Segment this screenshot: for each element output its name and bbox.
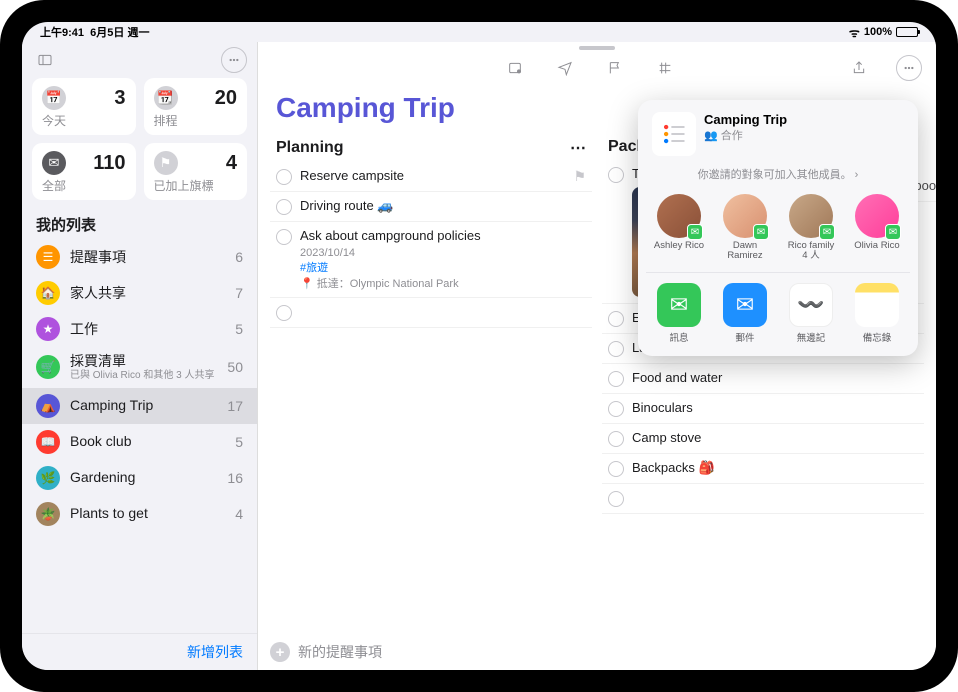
main-content: Camping Trip Planning⋯Reserve campsite⚑D…: [258, 42, 936, 670]
share-person[interactable]: ✉︎ Olivia Rico: [849, 194, 905, 262]
checkbox[interactable]: [276, 169, 292, 185]
wifi-icon: ᯤ: [849, 24, 860, 41]
share-title: Camping Trip: [704, 112, 787, 127]
sidebar: 📅3 今天 📆20 排程 ✉︎110 全部 ⚑4 已加上旗標: [22, 42, 258, 670]
battery-icon: [896, 27, 918, 37]
list-icon: 🪴: [36, 502, 60, 526]
avatar: ✉︎: [723, 194, 767, 238]
checkbox[interactable]: [608, 371, 624, 387]
messages-badge-icon: ✉︎: [753, 224, 769, 240]
share-person[interactable]: ✉︎ Dawn Ramirez: [717, 194, 773, 262]
app-icon: 〰️: [789, 283, 833, 327]
avatar: ✉︎: [657, 194, 701, 238]
my-lists-header: 我的列表: [22, 210, 257, 239]
checkbox[interactable]: [608, 167, 624, 183]
calendar-icon: 📆: [154, 86, 178, 110]
list-icon: 🌿: [36, 466, 60, 490]
location-icon[interactable]: [552, 55, 578, 81]
share-app[interactable]: ✉︎訊息: [651, 283, 707, 344]
calendar-icon: 📅: [42, 86, 66, 110]
more-icon[interactable]: [221, 47, 247, 73]
smart-today[interactable]: 📅3 今天: [32, 78, 136, 135]
app-icon: ✉︎: [657, 283, 701, 327]
task-row[interactable]: Camp stove: [602, 424, 924, 454]
sidebar-list-item[interactable]: ★ 工作 5: [22, 311, 257, 347]
smart-flagged[interactable]: ⚑4 已加上旗標: [144, 143, 248, 200]
flag-icon[interactable]: [602, 55, 628, 81]
checkbox[interactable]: [608, 431, 624, 447]
more-icon[interactable]: [896, 55, 922, 81]
sidebar-toggle-icon[interactable]: [32, 47, 58, 73]
sidebar-list-item[interactable]: ☰ 提醒事項 6: [22, 239, 257, 275]
more-icon[interactable]: ⋯: [570, 138, 586, 158]
list-icon: 📖: [36, 430, 60, 454]
checkbox[interactable]: [276, 199, 292, 215]
smart-all[interactable]: ✉︎110 全部: [32, 143, 136, 200]
task-row[interactable]: Driving route 🚙: [270, 192, 592, 222]
plus-icon: +: [270, 642, 290, 662]
checkbox[interactable]: [276, 229, 292, 245]
smart-scheduled[interactable]: 📆20 排程: [144, 78, 248, 135]
list-icon: 🛒: [36, 355, 60, 379]
flag-icon: ⚑: [573, 168, 586, 185]
sidebar-list-item[interactable]: 🪴 Plants to get 4: [22, 496, 257, 532]
share-icon[interactable]: [846, 55, 872, 81]
task-row[interactable]: Ask about campground policies2023/10/14#…: [270, 222, 592, 298]
new-column-icon[interactable]: [502, 55, 528, 81]
checkbox[interactable]: [608, 401, 624, 417]
inbox-icon: ✉︎: [42, 151, 66, 175]
add-task-button[interactable]: [602, 484, 924, 514]
list-icon: ★: [36, 317, 60, 341]
app-icon: ✉︎: [723, 283, 767, 327]
share-sheet: Camping Trip 👥 合作 你邀請的對象可加入其他成員。 ✉︎ Ashl…: [638, 100, 918, 356]
add-task-button[interactable]: [270, 298, 592, 328]
share-person[interactable]: ✉︎ Rico family4 人: [783, 194, 839, 262]
sidebar-list-item[interactable]: 🛒 採買清單已與 Olivia Rico 和其他 3 人共享 50: [22, 347, 257, 388]
share-app[interactable]: ✉︎郵件: [717, 283, 773, 344]
task-row[interactable]: Binoculars: [602, 394, 924, 424]
share-app[interactable]: 〰️無邊記: [783, 283, 839, 344]
share-app[interactable]: 備忘錄: [849, 283, 905, 344]
task-row[interactable]: Backpacks 🎒: [602, 454, 924, 484]
status-bar: 上午9:41 6月5日 週一 ᯤ 100%: [22, 22, 936, 42]
messages-badge-icon: ✉︎: [687, 224, 703, 240]
list-icon: 🏠: [36, 281, 60, 305]
status-time: 上午9:41: [40, 27, 84, 39]
sidebar-list-item[interactable]: 📖 Book club 5: [22, 424, 257, 460]
battery-percent: 100%: [864, 26, 892, 38]
tag-icon[interactable]: [652, 55, 678, 81]
avatar: ✉︎: [789, 194, 833, 238]
column-header[interactable]: Planning⋯: [270, 134, 592, 162]
checkbox[interactable]: [608, 461, 624, 477]
checkbox[interactable]: [608, 491, 624, 507]
flag-icon: ⚑: [154, 151, 178, 175]
list-icon: ⛺: [36, 394, 60, 418]
checkbox[interactable]: [608, 341, 624, 357]
share-mode[interactable]: 👥 合作: [704, 127, 787, 143]
app-icon: [855, 283, 899, 327]
messages-badge-icon: ✉︎: [819, 224, 835, 240]
status-date: 6月5日 週一: [90, 27, 149, 39]
new-list-button[interactable]: 新增列表: [22, 633, 257, 670]
sidebar-list-item[interactable]: ⛺ Camping Trip 17: [22, 388, 257, 424]
task-row[interactable]: Reserve campsite⚑: [270, 162, 592, 192]
sidebar-list-item[interactable]: 🏠 家人共享 7: [22, 275, 257, 311]
task-row[interactable]: Food and water: [602, 364, 924, 394]
avatar: ✉︎: [855, 194, 899, 238]
list-icon: ☰: [36, 245, 60, 269]
reminders-app-icon: [652, 112, 696, 156]
share-note[interactable]: 你邀請的對象可加入其他成員。: [646, 162, 910, 190]
new-reminder-button[interactable]: + 新的提醒事項: [270, 642, 382, 662]
share-person[interactable]: ✉︎ Ashley Rico: [651, 194, 707, 262]
checkbox[interactable]: [276, 305, 292, 321]
messages-badge-icon: ✉︎: [885, 224, 901, 240]
sidebar-list-item[interactable]: 🌿 Gardening 16: [22, 460, 257, 496]
checkbox[interactable]: [608, 311, 624, 327]
